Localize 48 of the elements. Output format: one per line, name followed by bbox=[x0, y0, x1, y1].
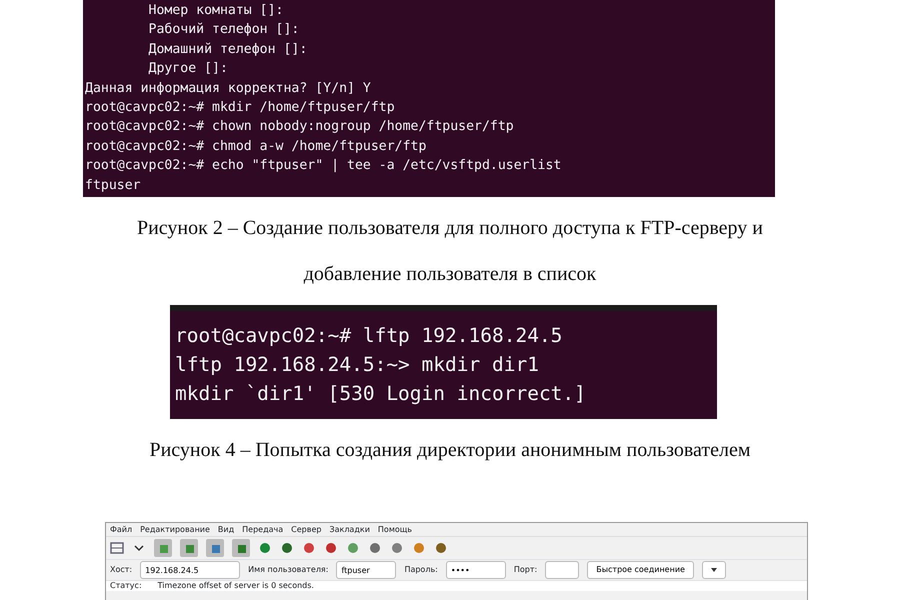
password-field[interactable]: •••• bbox=[446, 561, 506, 579]
field-label: Пароль: bbox=[404, 564, 438, 576]
terminal-line: ftpuser bbox=[85, 176, 142, 195]
figure-caption: Рисунок 2 – Создание пользователя для полного доступа к FTP-серверу и bbox=[136, 216, 763, 241]
figure-caption: Рисунок 4 – Попытка создания директории анонимным пользователем bbox=[148, 438, 752, 463]
field-label: Хост: bbox=[110, 564, 132, 576]
toolbar-icon[interactable] bbox=[180, 539, 198, 557]
toolbar-icon[interactable] bbox=[434, 541, 448, 555]
toolbar-icon[interactable] bbox=[280, 541, 294, 555]
menu-item[interactable]: Вид bbox=[218, 524, 234, 536]
username-field[interactable]: ftpuser bbox=[336, 561, 396, 579]
menu-item[interactable]: Закладки bbox=[329, 524, 370, 536]
dropdown-button[interactable] bbox=[702, 561, 726, 579]
terminal-line: root@cavpc02:~# chmod a-w /home/ftpuser/ftp bbox=[85, 138, 428, 156]
caret-icon bbox=[710, 568, 717, 572]
terminal-line: Домашний телефон []: bbox=[148, 40, 308, 59]
field-label: Порт: bbox=[514, 564, 538, 576]
terminal-line: lftp 192.168.24.5:~> mkdir dir1 bbox=[175, 352, 540, 378]
toolbar-icon[interactable] bbox=[368, 541, 382, 555]
toolbar-icon[interactable] bbox=[324, 541, 338, 555]
terminal-line: Другое []: bbox=[148, 60, 229, 78]
terminal-line: root@cavpc02:~# chown nobody:nogroup /home/ftpuser/ftp bbox=[85, 118, 515, 136]
port-field[interactable] bbox=[545, 561, 580, 579]
terminal-line: mkdir `dir1' [530 Login incorrect.] bbox=[175, 381, 587, 407]
terminal-line: root@cavpc02:~# lftp 192.168.24.5 bbox=[175, 323, 564, 349]
menu-item[interactable]: Редактирование bbox=[140, 524, 210, 536]
toolbar-icon[interactable] bbox=[412, 541, 426, 555]
terminal-line: root@cavpc02:~# mkdir /home/ftpuser/ftp bbox=[85, 98, 396, 117]
menu-item[interactable]: Файл bbox=[110, 524, 132, 536]
terminal-line: Номер комнаты []: bbox=[148, 2, 284, 20]
toolbar-icon[interactable] bbox=[258, 541, 272, 555]
toolbar-icon[interactable] bbox=[346, 541, 360, 555]
terminal-line: Рабочий телефон []: bbox=[148, 21, 300, 40]
field-label: Имя пользователя: bbox=[248, 564, 328, 576]
toolbar-icon[interactable] bbox=[302, 541, 316, 555]
quickconnect-button[interactable]: Быстрое соединение bbox=[587, 561, 694, 579]
toolbar-icon[interactable] bbox=[390, 541, 404, 555]
menu-item[interactable]: Передача bbox=[242, 524, 284, 536]
toolbar-icon[interactable] bbox=[232, 539, 250, 557]
terminal-line: root@cavpc02:~# echo "ftpuser" | tee -a /etc/vsftpd.userlist bbox=[85, 157, 562, 176]
menu-item[interactable]: Сервер bbox=[291, 524, 322, 536]
log-label: Статус: bbox=[110, 581, 142, 591]
toolbar-icon[interactable] bbox=[206, 539, 224, 557]
figure-caption: добавление пользователя в список bbox=[304, 262, 596, 287]
menu-item[interactable]: Помощь bbox=[378, 524, 412, 536]
host-field[interactable]: 192.168.24.5 bbox=[140, 561, 240, 579]
log-message: Timezone offset of server is 0 seconds. bbox=[158, 581, 314, 591]
terminal-line: Данная информация корректна? [Y/n] Y bbox=[85, 80, 372, 98]
